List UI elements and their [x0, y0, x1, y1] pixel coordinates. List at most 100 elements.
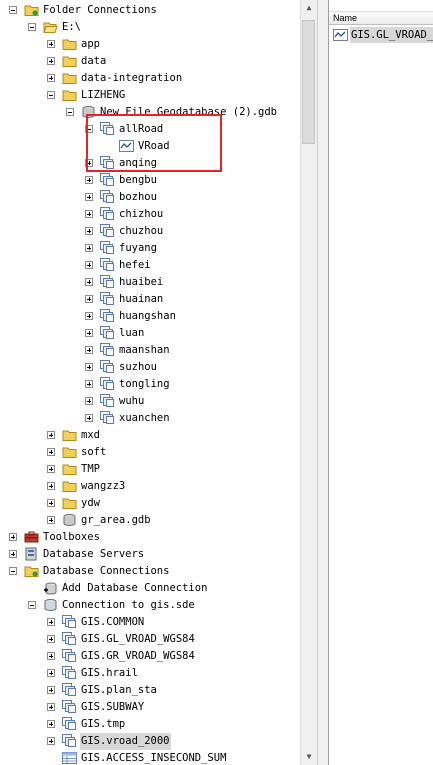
tree-node[interactable]: E:\ — [0, 19, 300, 36]
expand-icon[interactable] — [85, 244, 93, 252]
column-header-name[interactable]: Name — [329, 11, 433, 25]
feature-dataset-icon — [100, 292, 114, 305]
tree-node[interactable]: mxd — [0, 427, 300, 444]
folder-connections-icon — [24, 566, 39, 577]
expand-icon[interactable] — [47, 516, 55, 524]
tree-node[interactable]: Add Database Connection — [0, 580, 300, 597]
tree-node[interactable]: bozhou — [0, 189, 300, 206]
expand-icon[interactable] — [85, 397, 93, 405]
tree-node-label: LIZHENG — [81, 89, 126, 101]
tree-node[interactable]: chuzhou — [0, 223, 300, 240]
tree-node[interactable]: chizhou — [0, 206, 300, 223]
expand-icon[interactable] — [9, 550, 17, 558]
expand-icon[interactable] — [85, 380, 93, 388]
expand-icon[interactable] — [47, 635, 55, 643]
collapse-icon[interactable] — [66, 108, 74, 116]
tree-node[interactable]: Database Connections — [0, 563, 300, 580]
collapse-icon[interactable] — [28, 601, 36, 609]
tree-node[interactable]: soft — [0, 444, 300, 461]
expand-icon[interactable] — [47, 499, 55, 507]
feature-dataset-icon — [62, 700, 76, 713]
expand-icon[interactable] — [85, 312, 93, 320]
tree-node[interactable]: wangzz3 — [0, 478, 300, 495]
tree-node[interactable]: xuanchen — [0, 410, 300, 427]
toolbox-icon — [24, 531, 39, 543]
tree-node-label: GIS.ACCESS_INSECOND_SUM — [81, 752, 227, 764]
tree-node[interactable]: Connection to gis.sde — [0, 597, 300, 614]
tree-node[interactable]: data — [0, 53, 300, 70]
expand-icon[interactable] — [47, 431, 55, 439]
tree-node-label: chuzhou — [119, 225, 164, 237]
tree-node[interactable]: GIS.hrail — [0, 665, 300, 682]
expand-icon[interactable] — [47, 618, 55, 626]
collapse-icon[interactable] — [47, 91, 55, 99]
expand-icon[interactable] — [47, 448, 55, 456]
expand-icon[interactable] — [47, 465, 55, 473]
tree-node[interactable]: TMP — [0, 461, 300, 478]
tree-node[interactable]: luan — [0, 325, 300, 342]
tree-node[interactable]: GIS.vroad_2000 — [0, 733, 300, 750]
tree-vertical-scrollbar[interactable]: ▲ ▼ — [300, 0, 317, 765]
tree-node[interactable]: tongling — [0, 376, 300, 393]
tree-node-label: gr_area.gdb — [81, 514, 151, 526]
expand-icon[interactable] — [85, 261, 93, 269]
tree-node[interactable]: GIS.tmp — [0, 716, 300, 733]
expand-icon[interactable] — [85, 193, 93, 201]
expand-icon[interactable] — [85, 346, 93, 354]
collapse-icon[interactable] — [28, 23, 36, 31]
expand-icon[interactable] — [85, 295, 93, 303]
expand-icon[interactable] — [47, 74, 55, 82]
tree-node-label: fuyang — [119, 242, 157, 254]
tree-node[interactable]: maanshan — [0, 342, 300, 359]
tree-node[interactable]: app — [0, 36, 300, 53]
expand-icon[interactable] — [47, 652, 55, 660]
expand-icon[interactable] — [85, 329, 93, 337]
tree-node[interactable]: bengbu — [0, 172, 300, 189]
feature-dataset-icon — [100, 207, 114, 220]
tree-node-label: bengbu — [119, 174, 157, 186]
tree-node[interactable]: gr_area.gdb — [0, 512, 300, 529]
tree-node[interactable]: GIS.COMMON — [0, 614, 300, 631]
expand-icon[interactable] — [85, 363, 93, 371]
tree-node[interactable]: huaibei — [0, 274, 300, 291]
tree-node[interactable]: GIS.GR_VROAD_WGS84 — [0, 648, 300, 665]
expand-icon[interactable] — [47, 40, 55, 48]
expand-icon[interactable] — [47, 57, 55, 65]
expand-icon[interactable] — [85, 414, 93, 422]
red-highlight-box — [86, 114, 222, 172]
tree-node[interactable]: fuyang — [0, 240, 300, 257]
tree-node[interactable]: Toolboxes — [0, 529, 300, 546]
expand-icon[interactable] — [85, 278, 93, 286]
collapse-icon[interactable] — [9, 567, 17, 575]
tree-node[interactable]: ydw — [0, 495, 300, 512]
expand-icon[interactable] — [47, 482, 55, 490]
expand-icon[interactable] — [47, 720, 55, 728]
tree-node-label: soft — [81, 446, 107, 458]
expand-icon[interactable] — [47, 669, 55, 677]
scroll-down-arrow-icon[interactable]: ▼ — [301, 749, 317, 765]
expand-icon[interactable] — [85, 227, 93, 235]
tree-node[interactable]: suzhou — [0, 359, 300, 376]
tree-node[interactable]: huangshan — [0, 308, 300, 325]
scroll-up-arrow-icon[interactable]: ▲ — [301, 0, 317, 16]
scrollbar-thumb[interactable] — [302, 20, 315, 144]
tree-node[interactable]: Folder Connections — [0, 2, 300, 19]
tree-node[interactable]: huainan — [0, 291, 300, 308]
expand-icon[interactable] — [85, 210, 93, 218]
expand-icon[interactable] — [47, 686, 55, 694]
tree-node[interactable]: GIS.SUBWAY — [0, 699, 300, 716]
expand-icon[interactable] — [9, 533, 17, 541]
collapse-icon[interactable] — [9, 6, 17, 14]
expand-icon[interactable] — [85, 176, 93, 184]
tree-node[interactable]: data-integration — [0, 70, 300, 87]
tree-node[interactable]: GIS.ACCESS_INSECOND_SUM — [0, 750, 300, 765]
tree-node[interactable]: GIS.GL_VROAD_WGS84 — [0, 631, 300, 648]
tree-node[interactable]: GIS.plan_sta — [0, 682, 300, 699]
pane-splitter[interactable] — [317, 0, 329, 765]
tree-node[interactable]: hefei — [0, 257, 300, 274]
expand-icon[interactable] — [47, 737, 55, 745]
tree-node[interactable]: Database Servers — [0, 546, 300, 563]
tree-node[interactable]: wuhu — [0, 393, 300, 410]
expand-icon[interactable] — [47, 703, 55, 711]
tree-node[interactable]: LIZHENG — [0, 87, 300, 104]
